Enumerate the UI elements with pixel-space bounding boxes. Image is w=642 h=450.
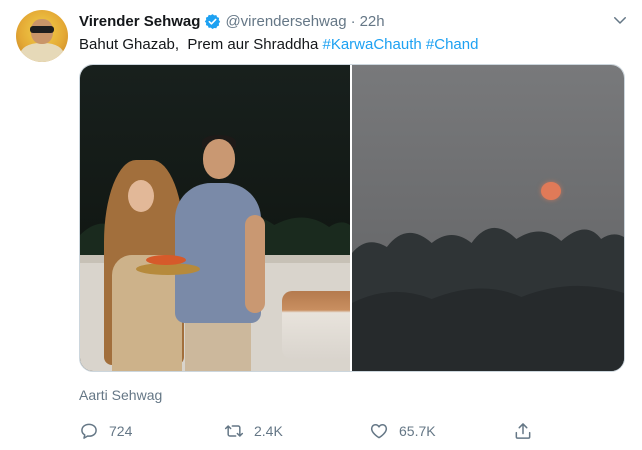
man-face [203, 139, 235, 179]
cloud-silhouette [352, 228, 624, 371]
woman-face [128, 180, 154, 212]
retweet-button[interactable]: 2.4K [224, 420, 283, 442]
reply-count: 724 [109, 423, 133, 439]
tweet-actions: 724 2.4K 65.7K [79, 420, 559, 442]
tweet-timestamp[interactable]: 22h [360, 13, 385, 30]
man-trousers [185, 317, 251, 371]
water-tank [282, 291, 350, 359]
tweet[interactable]: Virender Sehwag @virendersehwag · 22h Ba… [0, 0, 642, 450]
verified-badge-icon [205, 13, 221, 29]
reply-button[interactable]: 724 [79, 420, 132, 442]
hashtag-link[interactable]: #Chand [426, 36, 479, 53]
retweet-icon [224, 425, 244, 437]
chevron-down-icon[interactable] [611, 11, 629, 29]
photo-couple[interactable] [80, 65, 350, 371]
share-icon [515, 423, 531, 439]
media-grid [79, 64, 625, 372]
man-arm [245, 215, 265, 313]
separator-dot: · [350, 12, 356, 30]
author-handle[interactable]: @virendersehwag [225, 13, 346, 30]
retweet-count: 2.4K [254, 423, 283, 439]
like-button[interactable]: 65.7K [369, 420, 436, 442]
avatar-shirt [20, 43, 64, 62]
thali-flowers [146, 255, 186, 265]
moon [541, 182, 561, 200]
photo-moon[interactable] [352, 65, 624, 371]
avatar[interactable] [16, 10, 68, 62]
heart-icon [370, 424, 388, 439]
author-name[interactable]: Virender Sehwag [79, 13, 200, 30]
like-count: 65.7K [399, 423, 436, 439]
tweet-text-plain: Bahut Ghazab, Prem aur Shraddha [79, 36, 323, 53]
reply-icon [81, 423, 97, 439]
avatar-sunglasses [30, 26, 54, 33]
hashtag-link[interactable]: #KarwaChauth [322, 36, 421, 53]
tweet-header: Virender Sehwag @virendersehwag · 22h [79, 12, 385, 30]
tweet-text: Bahut Ghazab, Prem aur Shraddha #KarwaCh… [79, 36, 478, 53]
share-button[interactable] [513, 420, 533, 442]
photo-credit[interactable]: Aarti Sehwag [79, 387, 162, 403]
